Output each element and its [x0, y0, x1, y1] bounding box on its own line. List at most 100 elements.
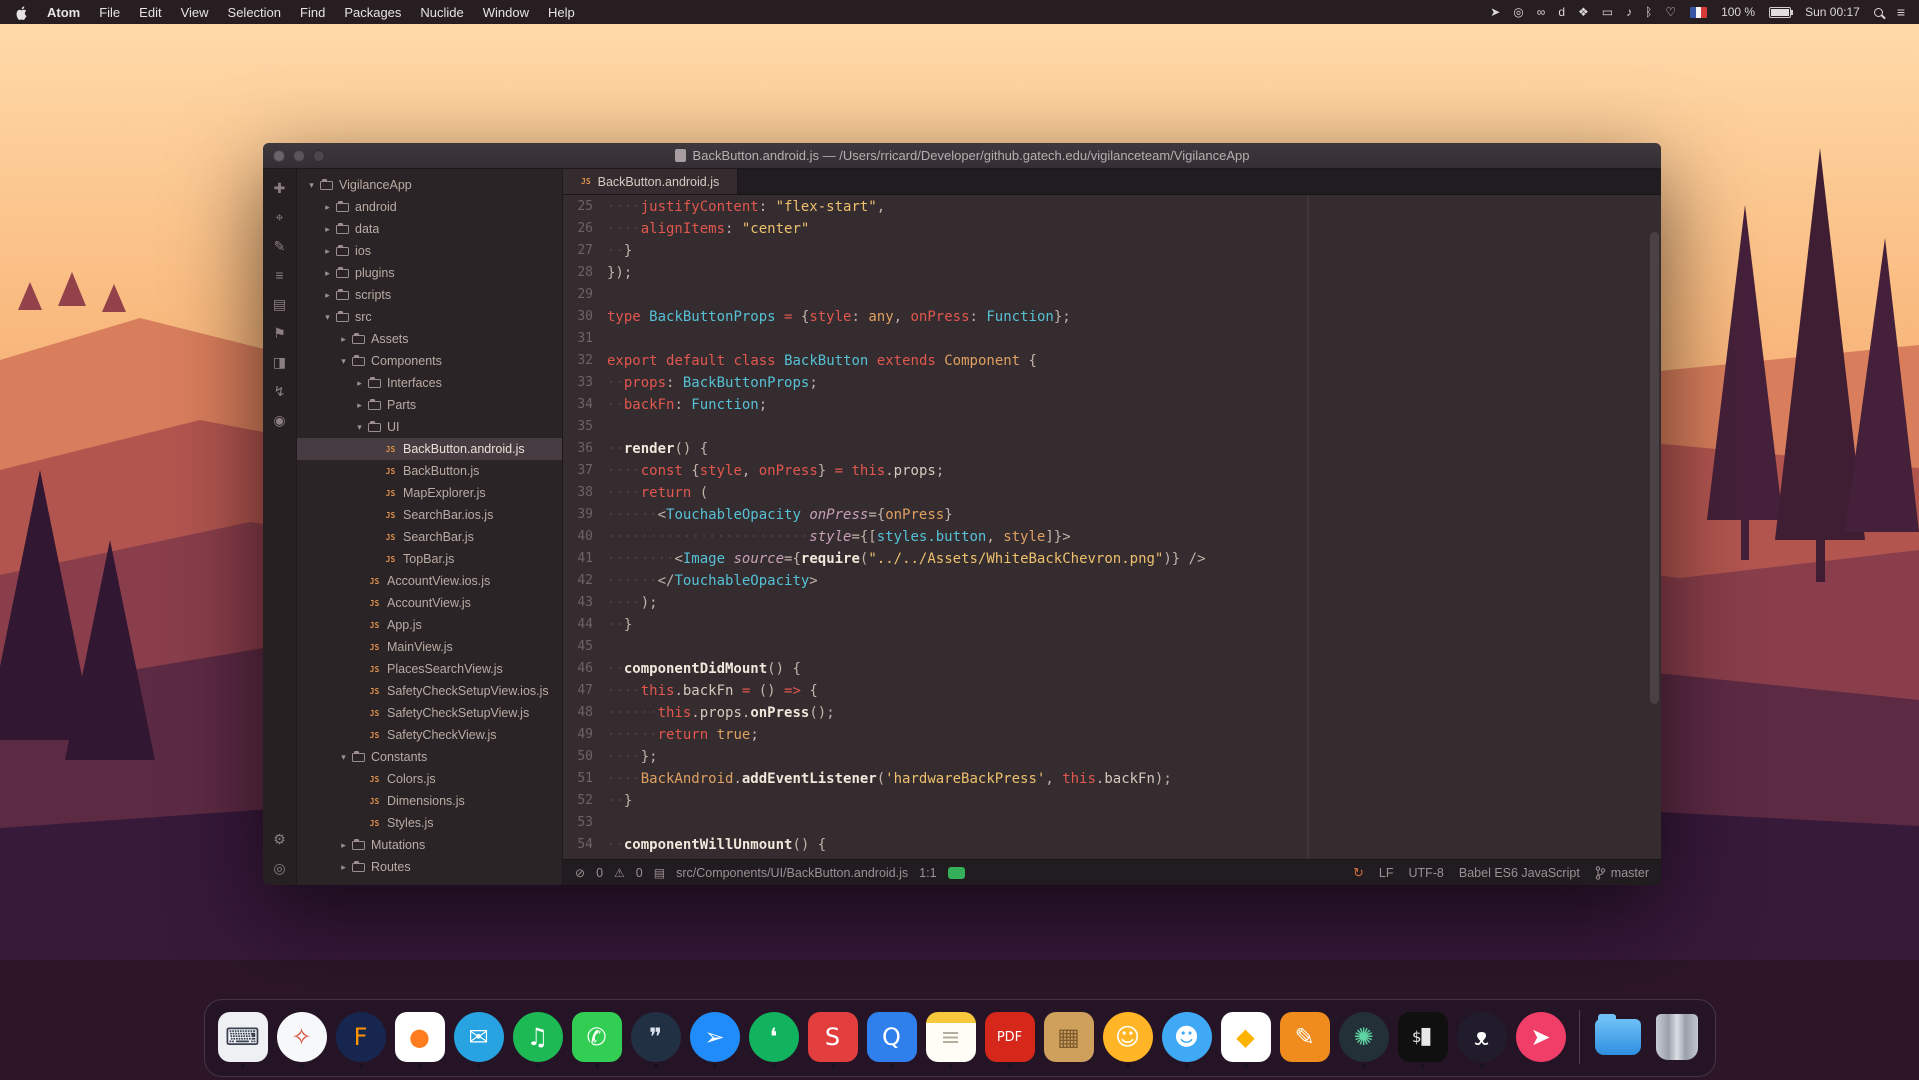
crosshair-icon[interactable]: ⌖ — [276, 210, 284, 224]
panel-icon[interactable]: ▤ — [654, 867, 665, 879]
menu-file[interactable]: File — [99, 5, 120, 20]
dock-safari[interactable]: ✧ — [276, 1007, 328, 1068]
zoom-button[interactable] — [313, 149, 325, 162]
battery-icon[interactable] — [1769, 6, 1794, 18]
tree-item-mainview-js[interactable]: JS MainView.js — [297, 636, 562, 658]
flag-icon[interactable]: ⚑ — [273, 326, 286, 340]
tree-item-app-js[interactable]: JS App.js — [297, 614, 562, 636]
apple-menu[interactable] — [14, 4, 28, 20]
notification-center-icon[interactable]: ≡ — [1897, 5, 1905, 19]
tree-item-placessearchview-js[interactable]: JS PlacesSearchView.js — [297, 658, 562, 680]
dock-dark-chat-app[interactable]: ❞ — [630, 1007, 682, 1068]
settings-gear-icon[interactable]: ⚙ — [273, 832, 286, 846]
display-icon[interactable]: ▭ — [1602, 6, 1613, 18]
tree-item-scripts[interactable]: ▸ scripts — [297, 284, 562, 306]
tree-item-accountview-ios-js[interactable]: JS AccountView.ios.js — [297, 570, 562, 592]
dock-atom[interactable]: ✺ — [1338, 1007, 1390, 1068]
grid-icon[interactable]: ▤ — [273, 297, 286, 311]
menu-help[interactable]: Help — [548, 5, 575, 20]
tree-item-components[interactable]: ▾ Components — [297, 350, 562, 372]
search-circle-icon[interactable]: ◎ — [1513, 6, 1523, 18]
dock-blue-face-app[interactable]: ☻ — [1161, 1007, 1213, 1068]
dock-hangouts[interactable]: ❛ — [748, 1007, 800, 1068]
menu-packages[interactable]: Packages — [344, 5, 401, 20]
tree-item-styles-js[interactable]: JS Styles.js — [297, 812, 562, 834]
tree-item-searchbar-js[interactable]: JS SearchBar.js — [297, 526, 562, 548]
tree-item-backbutton-js[interactable]: JS BackButton.js — [297, 460, 562, 482]
tree-item-vigilanceapp[interactable]: ▾ VigilanceApp — [297, 174, 562, 196]
file-path[interactable]: src/Components/UI/BackButton.android.js — [676, 866, 908, 880]
menu-view[interactable]: View — [181, 5, 209, 20]
link-infinity-icon[interactable]: ∞ — [1537, 6, 1546, 18]
sync-icon[interactable]: ↻ — [1353, 865, 1364, 881]
tree-item-ui[interactable]: ▾ UI — [297, 416, 562, 438]
scrollbar-thumb[interactable] — [1650, 231, 1659, 705]
dock-firefox[interactable]: F — [335, 1007, 387, 1068]
dock-orange-dot-app[interactable]: ● — [394, 1007, 446, 1068]
tree-item-assets[interactable]: ▸ Assets — [297, 328, 562, 350]
dock-pink-arrow-app[interactable]: ➤ — [1515, 1007, 1567, 1067]
tree-item-safetycheckview-js[interactable]: JS SafetyCheckView.js — [297, 724, 562, 746]
dock-downloads-folder[interactable] — [1592, 1007, 1644, 1067]
tree-item-dimensions-js[interactable]: JS Dimensions.js — [297, 790, 562, 812]
tab-backbutton-android[interactable]: JS BackButton.android.js — [563, 169, 739, 194]
tree-item-routes[interactable]: ▸ Routes — [297, 856, 562, 878]
dock-red-s-app[interactable]: S — [807, 1007, 859, 1068]
tree-item-searchbar-ios-js[interactable]: JS SearchBar.ios.js — [297, 504, 562, 526]
dock-yellow-face-app[interactable]: ☺ — [1102, 1007, 1154, 1068]
menu-edit[interactable]: Edit — [139, 5, 161, 20]
tree-item-backbutton-android-js[interactable]: JS BackButton.android.js — [297, 438, 562, 460]
tree-item-safetychecksetupview-ios-js[interactable]: JS SafetyCheckSetupView.ios.js — [297, 680, 562, 702]
dropbox-icon[interactable]: ❖ — [1578, 6, 1589, 18]
dock-finder[interactable]: ⌨ — [217, 1007, 269, 1068]
dock-facetime[interactable]: ✆ — [571, 1007, 623, 1068]
spotlight-icon[interactable] — [1873, 7, 1883, 17]
dock-sketch[interactable]: ◆ — [1220, 1007, 1272, 1068]
editor[interactable]: 25 ····justifyContent: "flex-start", 26 ···… — [563, 195, 1661, 859]
editor-scrollbar[interactable] — [1650, 199, 1659, 855]
tree-item-interfaces[interactable]: ▸ Interfaces — [297, 372, 562, 394]
dock-spotify[interactable]: ♫ — [512, 1007, 564, 1068]
list-icon[interactable]: ≡ — [275, 268, 283, 282]
tree-item-accountview-js[interactable]: JS AccountView.js — [297, 592, 562, 614]
paperplane-icon[interactable]: ➤ — [1490, 6, 1500, 18]
tree-item-parts[interactable]: ▸ Parts — [297, 394, 562, 416]
pencil-icon[interactable]: ✎ — [274, 239, 286, 253]
menu-selection[interactable]: Selection — [228, 5, 281, 20]
grammar[interactable]: Babel ES6 JavaScript — [1459, 866, 1580, 880]
add-icon[interactable]: ✚ — [274, 181, 286, 195]
menu-window[interactable]: Window — [483, 5, 529, 20]
dock-terminal[interactable]: $▊ — [1397, 1007, 1449, 1068]
dock-quip[interactable]: Q — [866, 1007, 918, 1068]
tree-item-mapexplorer-js[interactable]: JS MapExplorer.js — [297, 482, 562, 504]
tree-item-ios[interactable]: ▸ ios — [297, 240, 562, 262]
tree-item-src[interactable]: ▾ src — [297, 306, 562, 328]
teletype-status-icon[interactable] — [947, 866, 965, 879]
cursor-position[interactable]: 1:1 — [919, 866, 936, 880]
docker-icon[interactable]: d — [1558, 6, 1565, 18]
window-titlebar[interactable]: BackButton.android.js — /Users/rricard/D… — [263, 143, 1661, 169]
french-flag-icon[interactable] — [1690, 6, 1708, 18]
tree-item-mutations[interactable]: ▸ Mutations — [297, 834, 562, 856]
help-icon[interactable]: ◎ — [273, 861, 285, 875]
tree-item-colors-js[interactable]: JS Colors.js — [297, 768, 562, 790]
encoding[interactable]: UTF-8 — [1408, 866, 1443, 880]
dock-messenger[interactable]: ➢ — [689, 1007, 741, 1068]
tree-item-plugins[interactable]: ▸ plugins — [297, 262, 562, 284]
dock-archive-box-app[interactable]: ▦ — [1043, 1007, 1095, 1067]
bluetooth-icon[interactable]: ᛒ — [1645, 6, 1652, 18]
menu-clock[interactable]: Sun 00:17 — [1805, 5, 1860, 19]
dock-notes[interactable]: ≡ — [925, 1007, 977, 1068]
tree-item-constants[interactable]: ▾ Constants — [297, 746, 562, 768]
dock-github-desktop[interactable]: ᴥ — [1456, 1007, 1508, 1068]
dock-trash[interactable] — [1651, 1007, 1703, 1067]
error-count-icon[interactable]: ⊘ — [575, 867, 585, 879]
tree-item-android[interactable]: ▸ android — [297, 196, 562, 218]
diff-icon[interactable]: ◨ — [273, 355, 286, 369]
tree-item-data[interactable]: ▸ data — [297, 218, 562, 240]
heart-icon[interactable]: ♡ — [1665, 6, 1676, 18]
close-button[interactable] — [273, 149, 285, 162]
tree-item-safetychecksetupview-js[interactable]: JS SafetyCheckSetupView.js — [297, 702, 562, 724]
eye-icon[interactable]: ◉ — [273, 413, 285, 427]
minimize-button[interactable] — [293, 149, 305, 162]
